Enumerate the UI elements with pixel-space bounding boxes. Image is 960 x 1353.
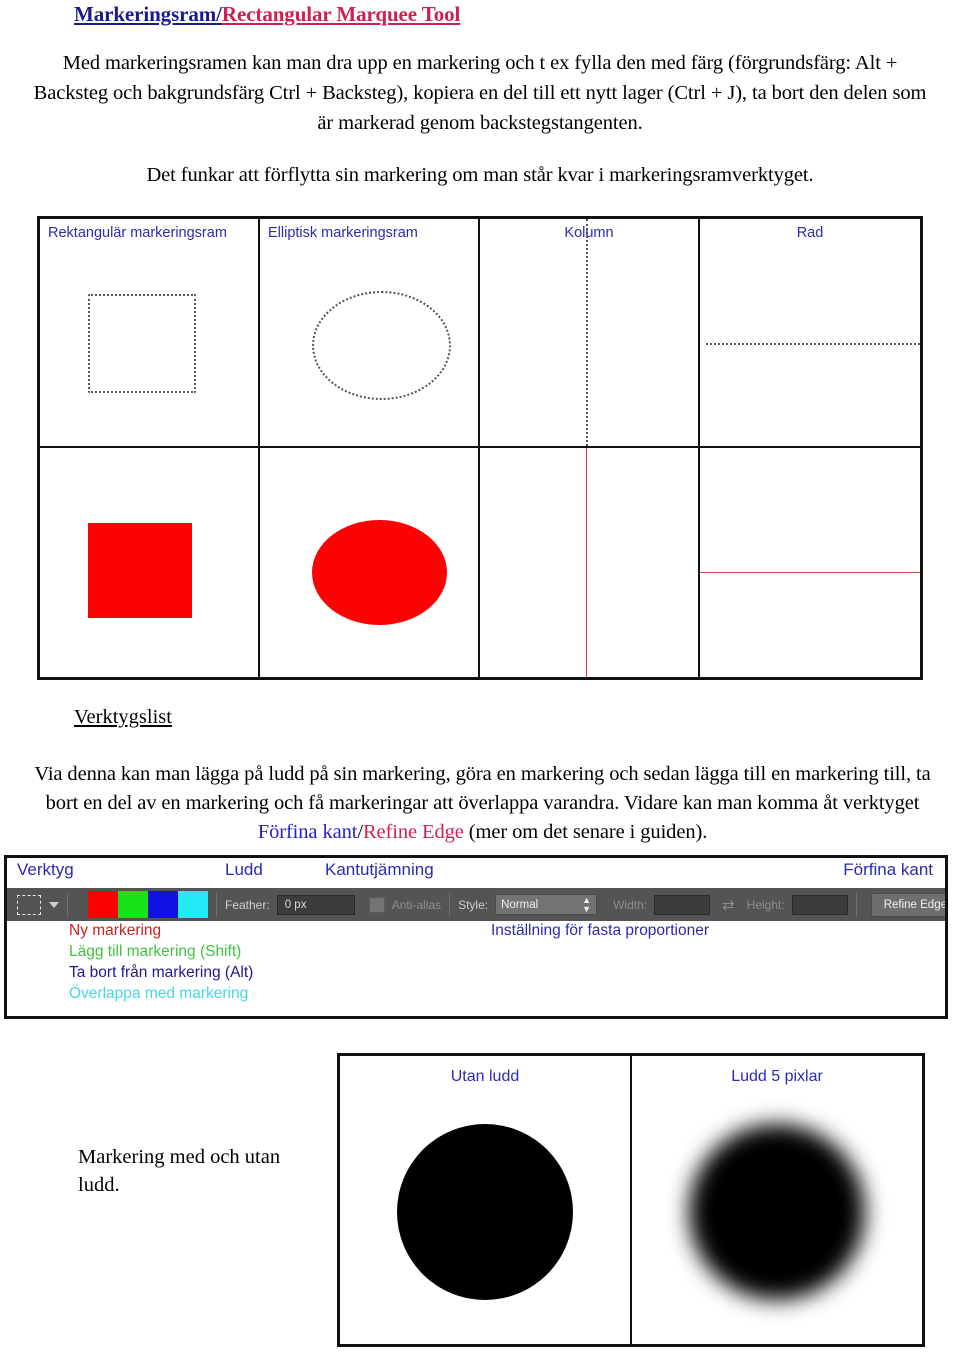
filled-red-rectangle [88, 523, 192, 618]
annotation-lagg-till-markering: Lägg till markering (Shift) [69, 943, 242, 960]
spinner-icon: ▲ ▼ [582, 894, 592, 914]
swatch-intersect-with-selection[interactable] [178, 891, 208, 918]
grid-cell-filled-rectangle [40, 448, 260, 677]
feather-cell-no-feather: Utan ludd [340, 1056, 632, 1344]
filled-red-ellipse [312, 520, 447, 625]
rectangular-marquee-icon[interactable] [17, 894, 41, 915]
style-select[interactable]: Normal ▲ ▼ [495, 894, 598, 915]
toolbar-description-paragraph: Via denna kan man lägga på ludd på sin m… [30, 760, 935, 847]
page-title: Markeringsram/Rectangular Marquee Tool [74, 2, 460, 27]
anti-alias-checkbox[interactable] [368, 896, 385, 913]
refine-edge-link-swedish: Förfina kant [257, 821, 358, 843]
photoshop-options-bar: Feather: 0 px Anti-alias Style: Normal ▲… [7, 888, 945, 921]
grid-cell-elliptical-marquee: Elliptisk markeringsram [260, 219, 480, 448]
dotted-vertical-line-icon [586, 219, 588, 446]
grid-cell-rectangular-marquee: Rektangulär markeringsram [40, 219, 260, 448]
label-ludd-5-pixlar: Ludd 5 pixlar [731, 1068, 823, 1085]
dotted-ellipse-selection-icon [312, 291, 451, 400]
feather-label: Feather: [225, 897, 270, 912]
feather-cell-5px-feather: Ludd 5 pixlar [632, 1056, 922, 1344]
anti-alias-label: Anti-alias [391, 897, 442, 912]
annotation-zone: Ny markering Lägg till markering (Shift)… [7, 921, 945, 1013]
height-input[interactable] [791, 894, 848, 915]
feathered-black-circle [689, 1124, 865, 1300]
grid-cell-filled-row [700, 448, 920, 677]
page-title-english: Rectangular Marquee Tool [221, 2, 461, 26]
move-selection-paragraph: Det funkar att förflytta sin markering o… [146, 164, 814, 186]
divider [216, 892, 217, 917]
height-label: Height: [746, 897, 785, 912]
selection-mode-swatches [88, 891, 208, 918]
page-title-swedish: Markeringsram [74, 2, 217, 26]
cell-label-rektangular: Rektangulär markeringsram [48, 225, 227, 241]
red-vertical-line [586, 448, 587, 677]
caption-verktyg: Verktyg [17, 860, 74, 879]
feather-input[interactable]: 0 px [276, 894, 355, 915]
grid-cell-row-marquee: Rad [700, 219, 920, 448]
caption-ludd: Ludd [225, 860, 263, 879]
cell-label-rad: Rad [796, 225, 824, 241]
feather-comparison-figure: Utan ludd Ludd 5 pixlar [337, 1053, 925, 1347]
sharp-black-circle [397, 1124, 573, 1300]
dotted-rectangle-selection-icon [88, 294, 196, 393]
swatch-new-selection[interactable] [88, 891, 118, 918]
swatch-add-to-selection[interactable] [118, 891, 148, 918]
feather-caption: Markering med och utan ludd. [78, 1146, 281, 1196]
cell-label-elliptisk: Elliptisk markeringsram [268, 225, 418, 241]
refine-edge-link-english: Refine Edge [362, 821, 464, 843]
annotation-ta-bort-fran-markering: Ta bort från markering (Alt) [69, 964, 254, 981]
swatch-subtract-from-selection[interactable] [148, 891, 178, 918]
grid-cell-filled-ellipse [260, 448, 480, 677]
chevron-down-icon[interactable] [49, 901, 59, 908]
label-utan-ludd: Utan ludd [450, 1068, 520, 1085]
style-select-value: Normal [501, 898, 539, 911]
grid-cell-filled-column [480, 448, 700, 677]
divider [855, 892, 857, 917]
style-label: Style: [458, 897, 489, 912]
dotted-horizontal-line-icon [706, 343, 920, 345]
refine-edge-button[interactable]: Refine Edge... [870, 892, 945, 917]
divider [67, 892, 68, 917]
red-horizontal-line [700, 572, 920, 573]
ps-caption-row: Verktyg Ludd Kantutjämning Förfina kant [7, 858, 945, 888]
annotation-fasta-proportioner: Inställning för fasta proportioner [491, 922, 709, 939]
width-label: Width: [613, 897, 648, 912]
toolbar-text-part1: Via denna kan man lägga på ludd på sin m… [34, 763, 931, 814]
swap-arrows-icon[interactable]: ⇄ [722, 896, 735, 914]
annotation-ny-markering: Ny markering [69, 922, 162, 939]
grid-cell-column-marquee: Kolumn [480, 219, 700, 448]
divider [449, 892, 451, 917]
toolbar-text-part2: (mer om det senare i guiden). [463, 821, 708, 843]
intro-paragraph: Med markeringsramen kan man dra upp en m… [33, 52, 927, 134]
marquee-demo-grid: Rektangulär markeringsram Elliptisk mark… [37, 216, 923, 680]
section-heading-verktygslist: Verktygslist [74, 706, 172, 728]
caption-forfina-kant: Förfina kant [843, 860, 933, 879]
annotation-overlappa-med-markering: Överlappa med markering [69, 985, 249, 1002]
photoshop-options-bar-figure: Verktyg Ludd Kantutjämning Förfina kant … [4, 855, 948, 1019]
width-input[interactable] [654, 894, 711, 915]
caption-kantutjamning: Kantutjämning [325, 860, 434, 879]
cell-label-kolumn: Kolumn [564, 225, 614, 241]
